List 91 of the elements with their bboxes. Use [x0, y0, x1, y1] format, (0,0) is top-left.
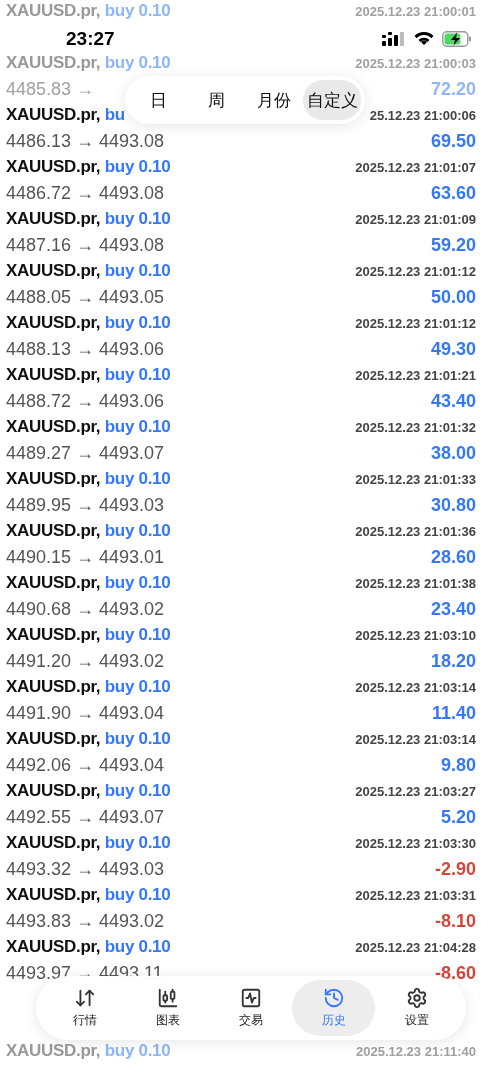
trade-time: 2025.12.23 21:00:03 [355, 56, 476, 71]
trade-time: 2025.12.23 21:01:07 [355, 160, 476, 175]
trade-prices: 4491.20 → 4493.02 [6, 651, 165, 672]
trade-symbol: XAUUSD.pr, bu [6, 105, 125, 125]
nav-tab[interactable]: 交易 [209, 980, 293, 1036]
line-chart-icon [240, 987, 262, 1009]
trade-symbol: XAUUSD.pr, buy 0.10 [6, 625, 171, 645]
trade-time: 2025.12.23 21:01:32 [355, 420, 476, 435]
signal-icon [382, 31, 406, 46]
trade-symbol: XAUUSD.pr, buy 0.10 [6, 885, 171, 905]
trade-symbol: XAUUSD.pr, buy 0.10 [6, 1, 171, 21]
wifi-icon [414, 31, 434, 46]
trade-time: 2025.12.23 21:01:12 [355, 264, 476, 279]
trade-prices: 4493.83 → 4493.02 [6, 911, 165, 932]
trade-symbol: XAUUSD.pr, buy 0.10 [6, 781, 171, 801]
trade-prices: 4488.13 → 4493.06 [6, 339, 165, 360]
trade-prices: 4487.16 → 4493.08 [6, 235, 165, 256]
trade-time: 2025.12.23 21:04:28 [355, 940, 476, 955]
trade-symbol: XAUUSD.pr, buy 0.10 [6, 1041, 171, 1061]
trade-symbol: XAUUSD.pr, buy 0.10 [6, 157, 171, 177]
trade-symbol: XAUUSD.pr, buy 0.10 [6, 313, 171, 333]
trade-prices: 4485.83 → [6, 79, 95, 100]
trade-profit: 5.20 [440, 807, 476, 828]
history-icon [322, 987, 345, 1009]
trade-time: 2025.12.23 21:03:30 [355, 836, 476, 851]
trade-symbol: XAUUSD.pr, buy 0.10 [6, 729, 171, 749]
nav-tab[interactable]: 行情 [44, 980, 127, 1036]
trade-profit: 11.40 [431, 703, 476, 724]
period-tab[interactable]: 周 [187, 80, 245, 120]
battery-charging-icon [442, 30, 472, 47]
trade-profit: 43.40 [430, 391, 476, 412]
trade-profit: 38.00 [430, 443, 476, 464]
trade-profit: 59.20 [430, 235, 476, 256]
trade-profit: 18.20 [430, 651, 476, 672]
trade-profit: 72.20 [430, 79, 476, 100]
trade-time: 2025.12.23 21:03:31 [355, 888, 476, 903]
period-tab[interactable]: 月份 [245, 80, 303, 120]
trade-time: 2025.12.23 21:01:38 [355, 576, 476, 591]
trade-prices: 4489.95 → 4493.03 [6, 495, 165, 516]
period-tab[interactable]: 日 [129, 80, 187, 120]
trade-symbol: XAUUSD.pr, buy 0.10 [6, 937, 171, 957]
trade-prices: 4486.13 → 4493.08 [6, 131, 165, 152]
trade-time: 2025.12.23 21:01:09 [355, 212, 476, 227]
trade-symbol: XAUUSD.pr, buy 0.10 [6, 469, 171, 489]
trade-time: 2025.12.23 21:00:01 [355, 4, 476, 19]
trade-time: 2025.12.23 21:01:12 [355, 316, 476, 331]
nav-tab[interactable]: 图表 [126, 980, 210, 1036]
trade-time: 25.12.23 21:00:06 [369, 108, 476, 123]
trade-prices: 4486.72 → 4493.08 [6, 183, 165, 204]
trade-prices: 4493.32 → 4493.03 [6, 859, 165, 880]
trade-prices: 4488.05 → 4493.05 [6, 287, 165, 308]
trade-profit: 69.50 [430, 131, 476, 152]
trade-symbol: XAUUSD.pr, buy 0.10 [6, 833, 171, 853]
trade-prices: 4488.72 → 4493.06 [6, 391, 165, 412]
trade-time: 2025.12.23 21:03:10 [355, 628, 476, 643]
trade-profit: 9.80 [440, 755, 476, 776]
trade-symbol: XAUUSD.pr, buy 0.10 [6, 209, 171, 229]
trade-time: 2025.12.23 21:03:14 [355, 732, 476, 747]
trade-time: 2025.12.23 21:01:36 [355, 524, 476, 539]
trade-time: 2025.12.23 21:03:27 [355, 784, 476, 799]
trade-symbol: XAUUSD.pr, buy 0.10 [6, 417, 171, 437]
trade-symbol: XAUUSD.pr, buy 0.10 [6, 677, 171, 697]
trade-profit: -8.10 [434, 911, 476, 932]
nav-tab[interactable]: 历史 [292, 980, 376, 1036]
trade-prices: 4492.55 → 4493.07 [6, 807, 165, 828]
up-down-arrows-icon [74, 987, 97, 1009]
trade-profit: 23.40 [430, 599, 476, 620]
trade-profit: 63.60 [430, 183, 476, 204]
trade-prices: 4489.27 → 4493.07 [6, 443, 165, 464]
trade-prices: 4490.68 → 4493.02 [6, 599, 165, 620]
trade-profit: 50.00 [430, 287, 476, 308]
trade-profit: -2.90 [434, 859, 476, 880]
candlestick-icon [157, 987, 180, 1009]
trade-time: 2025.12.23 21:01:33 [355, 472, 476, 487]
trade-prices: 4490.15 → 4493.01 [6, 547, 165, 568]
trade-symbol: XAUUSD.pr, buy 0.10 [6, 521, 171, 541]
trade-symbol: XAUUSD.pr, buy 0.10 [6, 261, 171, 281]
trade-time: 2025.12.23 21:01:21 [355, 368, 476, 383]
trade-symbol: XAUUSD.pr, buy 0.10 [6, 365, 171, 385]
trade-profit: 30.80 [430, 495, 476, 516]
trade-prices: 4492.06 → 4493.04 [6, 755, 165, 776]
trade-symbol: XAUUSD.pr, buy 0.10 [6, 53, 171, 73]
settings-icon [405, 987, 428, 1009]
trade-profit: 28.60 [430, 547, 476, 568]
trade-prices: 4491.90 → 4493.04 [6, 703, 165, 724]
trade-profit: 49.30 [430, 339, 476, 360]
trade-time: 2025.12.23 21:03:14 [355, 680, 476, 695]
trade-time: 2025.12.23 21:11:40 [356, 1044, 476, 1059]
status-time: 23:27 [66, 27, 115, 50]
period-tab[interactable]: 自定义 [303, 80, 361, 120]
trade-symbol: XAUUSD.pr, buy 0.10 [6, 573, 171, 593]
